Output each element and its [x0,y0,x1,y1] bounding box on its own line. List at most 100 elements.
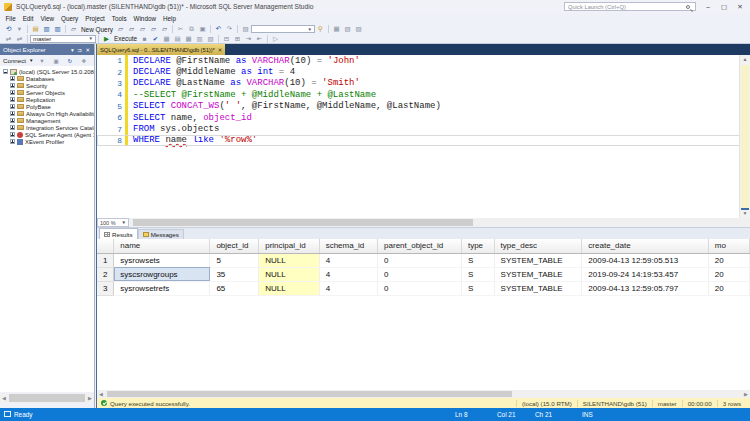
paste-icon[interactable]: ▣ [198,25,207,34]
cancel-exec-icon[interactable]: ■ [140,34,149,43]
editor-zoom-control[interactable]: 100 %▼ [97,218,129,227]
menu-view[interactable]: View [37,15,58,22]
code-line-6[interactable]: 6SELECT name, object_id [97,112,750,123]
editor-vscrollbar[interactable]: ▲ ▼ [739,55,750,218]
results-tab-messages[interactable]: Messages [138,229,184,239]
expander-icon[interactable] [10,125,15,130]
column-header-principal_id[interactable]: principal_id [259,239,319,253]
uncomment-icon[interactable]: ⊞ [233,34,242,43]
doc-icon-1[interactable]: ▱ [138,25,147,34]
oe-stop-icon[interactable]: ▣ [52,56,61,65]
results-file-icon[interactable]: ▧ [206,34,215,43]
expander-icon[interactable] [10,139,15,144]
connection-icon[interactable]: ⇄ [4,34,13,43]
object-explorer-hscrollbar[interactable]: ◀▶ [0,393,94,403]
execute-icon[interactable]: ▶ [102,34,111,43]
cut-icon[interactable]: ✂ [176,25,185,34]
results-hscrollbar[interactable]: ◀▶ [97,390,750,398]
column-header-rownum[interactable] [97,239,114,253]
doc-icon-3[interactable]: ▱ [160,25,169,34]
tree-item-integration-services-catalogs[interactable]: Integration Services Catalogs [0,124,94,131]
find-combo[interactable]: ▼ [251,25,315,33]
save-all-icon[interactable]: ▥ [53,25,62,34]
tree-item-polybase[interactable]: PolyBase [0,103,94,110]
grid-cell[interactable]: SYSTEM_TABLE [494,281,582,295]
indent-icon[interactable]: ⇥ [244,34,253,43]
grid-cell[interactable]: sysrowsets [114,253,210,267]
tree-item-server-objects[interactable]: Server Objects [0,89,94,96]
grid-cell[interactable]: 20 [708,281,749,295]
expander-icon[interactable] [10,83,15,88]
column-header-type_desc[interactable]: type_desc [494,239,582,253]
close-button[interactable]: ✕ [732,1,748,12]
grid-cell[interactable]: 0 [378,281,462,295]
menu-window[interactable]: Window [130,15,159,22]
column-header-schema_id[interactable]: schema_id [319,239,377,253]
analyze-icon[interactable]: ▦ [162,34,171,43]
scroll-up-icon[interactable]: ▲ [740,55,750,64]
grid-cell[interactable]: 4 [319,267,377,281]
grid-cell[interactable]: 3 [97,281,114,295]
find-icon[interactable]: ▨ [241,25,250,34]
tree-item-sql-server-agent-agent-xps-di[interactable]: SQL Server Agent (Agent XPs di [0,131,94,138]
connect-button[interactable]: Connect [3,57,26,64]
tool-icon-c[interactable]: ▧ [343,25,352,34]
tree-root-server[interactable]: (local) (SQL Server 15.0.2080.9 - SILENT… [0,68,94,75]
oe-refresh-icon[interactable]: ↻ [66,56,75,65]
oe-filter-icon[interactable]: ▼ [38,56,47,65]
grid-cell[interactable]: 2009-04-13 12:59:05.797 [582,281,708,295]
change-connection-icon[interactable]: ⇄ [15,34,24,43]
grid-cell[interactable]: 1 [97,253,114,267]
maximize-button[interactable]: ▢ [716,1,732,12]
open-query-icon[interactable]: ▱ [127,25,136,34]
grid-cell[interactable]: 0 [378,267,462,281]
grid-cell[interactable]: NULL [259,253,319,267]
execute-button[interactable]: Execute [114,35,137,42]
tree-item-management[interactable]: Management [0,117,94,124]
grid-cell[interactable]: S [461,281,494,295]
sql-editor[interactable]: 1DECLARE @FirstName as VARCHAR(10) = 'Jo… [97,55,750,218]
expander-icon[interactable] [10,97,15,102]
code-line-5[interactable]: 5SELECT CONCAT_WS(' ', @FirstName, @Midd… [97,101,750,112]
results-grid-icon[interactable]: ▦ [184,34,193,43]
redo-icon[interactable]: ↷ [225,25,234,34]
grid-cell[interactable]: 35 [210,267,259,281]
comment-icon[interactable]: ⊟ [222,34,231,43]
code-line-4[interactable]: 4--SELECT @FirstName + @MiddleName + @La… [97,89,750,100]
column-header-type[interactable]: type [461,239,494,253]
minimize-button[interactable]: – [700,1,716,12]
grid-cell[interactable]: 5 [210,253,259,267]
grid-cell[interactable]: 65 [210,281,259,295]
expander-icon[interactable] [10,104,15,109]
grid-cell[interactable]: SYSTEM_TABLE [494,253,582,267]
grid-cell[interactable]: 20 [708,253,749,267]
database-combo[interactable]: master▼ [30,35,96,43]
tree-item-databases[interactable]: Databases [0,75,94,82]
grid-cell[interactable]: 20 [708,267,749,281]
tree-item-replication[interactable]: Replication [0,96,94,103]
code-line-7[interactable]: 7FROM sys.objects [97,123,750,134]
column-header-create_date[interactable]: create_date [582,239,708,253]
grid-cell[interactable]: 2 [97,267,114,281]
code-line-1[interactable]: 1DECLARE @FirstName as VARCHAR(10) = 'Jo… [97,55,750,66]
expander-icon[interactable] [10,111,15,116]
open-file-icon[interactable]: ▤ [31,25,40,34]
menu-query[interactable]: Query [58,15,82,22]
tool-icon-d[interactable]: ▨ [354,25,363,34]
new-db-query-icon[interactable]: ▱ [116,25,125,34]
code-line-8[interactable]: 8WHERE name like '%row%' [97,135,750,146]
column-header-name[interactable]: name [114,239,210,253]
expander-icon[interactable] [10,118,15,123]
code-line-3[interactable]: 3DECLARE @LastName as VARCHAR(10) = 'Smi… [97,78,750,89]
editor-hscrollbar[interactable] [131,218,750,227]
save-icon[interactable]: ▥ [42,25,51,34]
grid-cell[interactable]: syscsrowgroups [114,267,210,281]
menu-edit[interactable]: Edit [19,15,37,22]
quick-launch-input[interactable]: Quick Launch (Ctrl+Q) [564,2,696,11]
debug-icon[interactable]: ▷ [271,34,280,43]
connect-icon[interactable]: ⟲ [4,25,13,34]
grid-cell[interactable]: 2009-04-13 12:59:05.513 [582,253,708,267]
code-line-2[interactable]: 2DECLARE @MiddleName as int = 4 [97,66,750,77]
chevron-icon[interactable]: ▾ [15,25,24,34]
tree-item-xevent-profiler[interactable]: XEvent Profiler [0,138,94,145]
